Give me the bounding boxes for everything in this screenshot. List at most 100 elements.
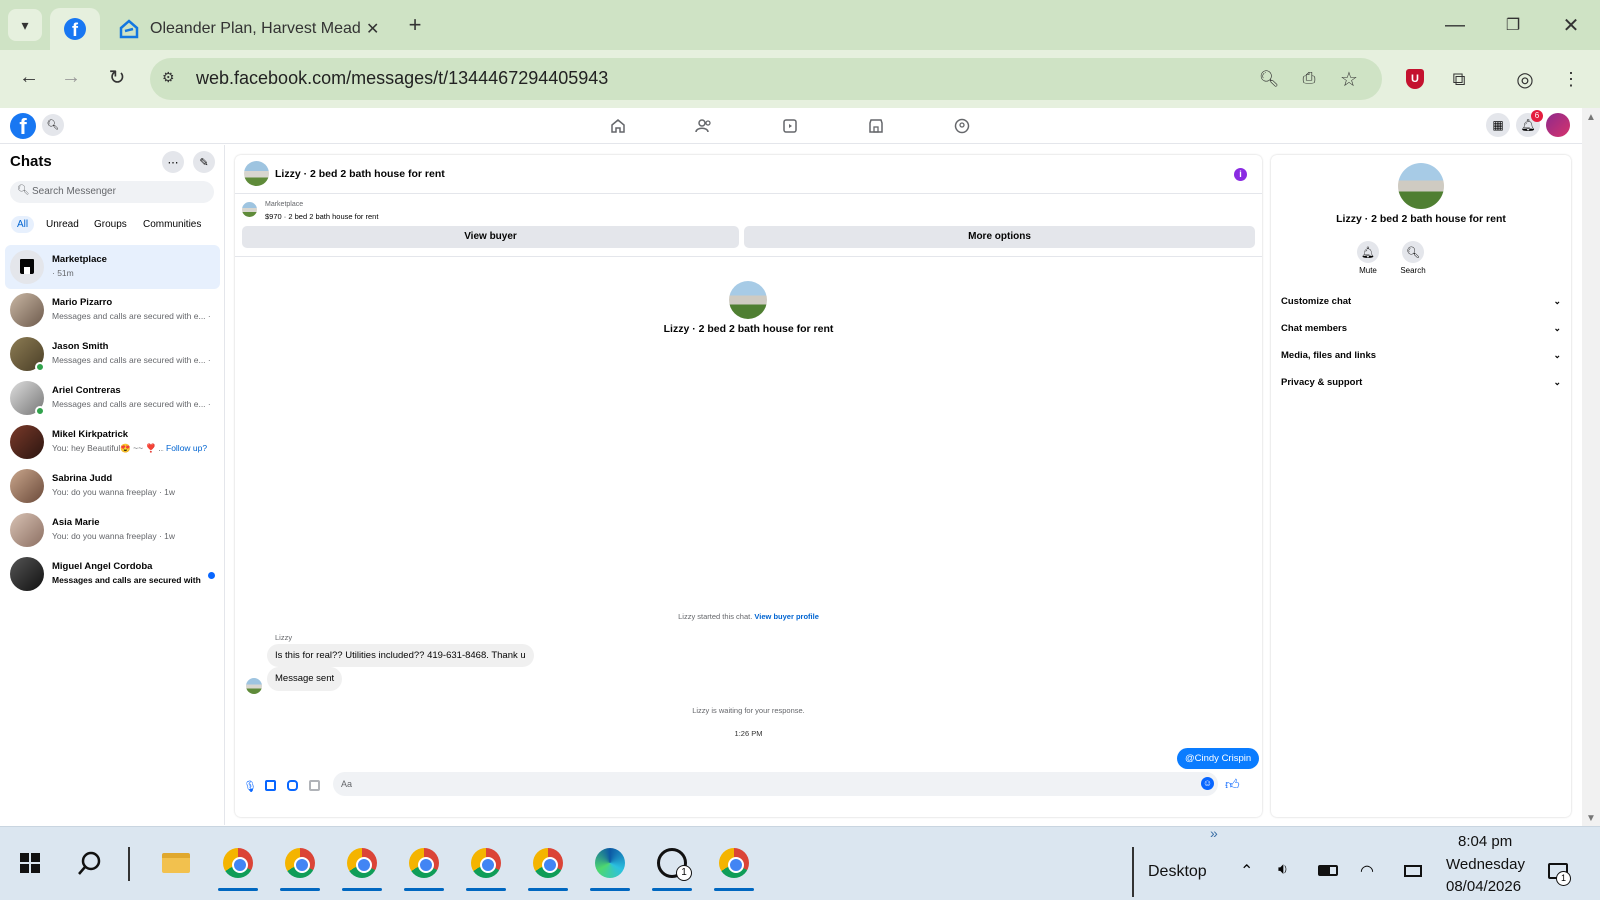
whatsapp-icon[interactable]: 1 [650,841,694,891]
chat-item-ariel-contreras[interactable]: Ariel Contreras Messages and calls are s… [5,376,220,420]
conversation-title[interactable]: Lizzy · 2 bed 2 bath house for rent [275,168,445,180]
chat-item-mario-pizarro[interactable]: Mario Pizarro Messages and calls are sec… [5,288,220,332]
zoom-icon[interactable]: 🔍︎ [1256,66,1282,92]
home-icon[interactable] [606,114,630,138]
page-scrollbar[interactable]: ▲ ▼ [1582,108,1600,826]
menu-grid-icon[interactable]: ▦ [1486,113,1510,137]
photo-icon[interactable] [265,780,276,791]
gif-icon[interactable] [309,780,320,791]
chrome-profile-4-icon[interactable] [402,841,446,891]
search-placeholder: Search Messenger [32,186,116,197]
back-button[interactable]: ← [14,62,44,92]
search-icon[interactable]: 🔍︎ [42,114,64,136]
search-messenger-input[interactable]: 🔍︎ Search Messenger [10,181,214,203]
chevron-down-icon: ⌄ [1553,377,1561,387]
more-options-button[interactable]: More options [744,226,1255,248]
customize-chat-section[interactable]: Customize chat ⌄ [1281,296,1561,307]
address-bar[interactable]: ⚙ web.facebook.com/messages/t/1344467294… [150,58,1382,100]
groups-icon[interactable] [950,114,974,138]
whatsapp-badge: 1 [676,865,692,881]
clock-date[interactable]: 08/04/2026 [1446,878,1521,895]
chats-sidebar: Chats ⋯ ✎ 🔍︎ Search Messenger All Unread… [0,145,225,825]
follow-up-link[interactable]: Follow up? [166,443,207,453]
reload-button[interactable]: ↻ [102,62,132,92]
tab-facebook[interactable]: f [50,8,100,50]
facebook-logo-icon[interactable]: f [10,113,36,139]
chrome-profile-6-icon[interactable] [526,841,570,891]
chat-preview: Messages and calls are secured with e...… [52,399,212,409]
chat-item-miguel-angel-cordoba[interactable]: Miguel Angel Cordoba Messages and calls … [5,552,220,596]
site-info-icon[interactable]: ⚙ [162,69,175,86]
zillow-icon [119,19,139,39]
chrome-profile-2-icon[interactable] [278,841,322,891]
microphone-icon[interactable]: 🎙︎ [243,780,257,793]
profile-icon[interactable]: ◎ [1512,66,1538,92]
more-options-icon[interactable]: ⋯ [162,151,184,173]
close-window-button[interactable]: ✕ [1556,10,1586,40]
battery-icon[interactable] [1318,865,1338,876]
friends-icon[interactable] [692,114,716,138]
filter-communities[interactable]: Communities [143,219,201,230]
clock-time[interactable]: 8:04 pm [1458,833,1512,850]
desktop-label[interactable]: Desktop [1148,863,1207,881]
new-message-icon[interactable]: ✎ [193,151,215,173]
show-hidden-icons-chevron[interactable]: ⌃ [1240,861,1253,881]
search-icon[interactable]: 🔍︎ [1402,241,1424,263]
video-icon[interactable] [778,114,802,138]
edge-icon[interactable] [588,841,632,891]
mute-bell-icon[interactable]: 🔔︎ [1357,241,1379,263]
minimize-button[interactable]: — [1440,10,1470,40]
chat-item-marketplace[interactable]: Marketplace · 51m [5,245,220,289]
tab-search-button[interactable]: ▾ [8,9,42,41]
chat-item-asia-marie[interactable]: Asia Marie You: do you wanna freeplay · … [5,508,220,552]
filter-groups[interactable]: Groups [94,219,127,230]
filter-all[interactable]: All [11,216,35,233]
chrome-profile-r-icon[interactable] [712,841,756,891]
privacy-support-section[interactable]: Privacy & support ⌄ [1281,377,1561,388]
clock-day[interactable]: Wednesday [1446,856,1525,873]
chat-item-mikel-kirkpatrick[interactable]: Mikel Kirkpatrick You: hey Beautiful😍 ~~… [5,420,220,464]
emoji-icon[interactable]: ☺ [1201,777,1214,790]
wifi-icon[interactable]: ◠ [1360,861,1374,881]
chat-members-section[interactable]: Chat members ⌄ [1281,323,1561,334]
forward-button[interactable]: → [56,62,86,92]
file-explorer-icon[interactable] [154,841,198,885]
chat-item-sabrina-judd[interactable]: Sabrina Judd You: do you wanna freeplay … [5,464,220,508]
new-tab-button[interactable]: + [402,12,428,38]
taskbar-divider [1132,847,1134,897]
install-app-icon[interactable]: ⎙ [1296,66,1322,92]
search-icon[interactable] [68,841,112,885]
like-icon[interactable]: 👍︎ [1225,776,1240,793]
chrome-profile-s-icon[interactable] [216,841,260,891]
chat-item-jason-smith[interactable]: Jason Smith Messages and calls are secur… [5,332,220,376]
account-avatar[interactable] [1546,113,1570,137]
sticker-icon[interactable] [287,780,298,791]
chrome-profile-3-icon[interactable] [340,841,384,891]
message-input[interactable]: Aa ☺ [333,772,1218,796]
info-icon[interactable]: i [1234,168,1247,181]
close-tab-icon[interactable]: ✕ [366,19,379,39]
avatar [10,293,44,327]
tab-oleander[interactable]: Oleander Plan, Harvest Meadow ✕ [108,8,396,50]
mention-bubble[interactable]: @Cindy Crispin [1177,748,1260,769]
volume-icon[interactable]: 🔉︎ [1278,861,1288,879]
sender-avatar [246,678,262,694]
listing-thumbnail[interactable] [244,161,269,186]
overflow-chevron-icon[interactable]: » [1210,825,1218,841]
media-files-links-section[interactable]: Media, files and links ⌄ [1281,350,1561,361]
input-display-icon[interactable] [1404,865,1422,877]
chrome-profile-5-icon[interactable] [464,841,508,891]
start-windows-icon[interactable] [8,841,52,885]
view-buyer-profile-link[interactable]: View buyer profile [754,612,818,621]
facebook-icon: f [64,18,86,40]
chat-preview: You: do you wanna freeplay · 1w [52,487,176,497]
filter-unread[interactable]: Unread [46,219,79,230]
marketplace-icon[interactable] [864,114,888,138]
extensions-icon[interactable]: ⧉ [1446,66,1472,92]
ublock-extension-icon[interactable]: U [1402,66,1428,92]
chrome-menu-icon[interactable]: ⋮ [1558,66,1584,92]
restore-button[interactable]: ❐ [1498,10,1528,40]
bookmark-star-icon[interactable]: ☆ [1336,66,1362,92]
view-buyer-button[interactable]: View buyer [242,226,739,248]
windows-taskbar: 1 » Desktop ⌃ 🔉︎ ◠ 8:04 pm Wednesday 08/… [0,825,1600,900]
